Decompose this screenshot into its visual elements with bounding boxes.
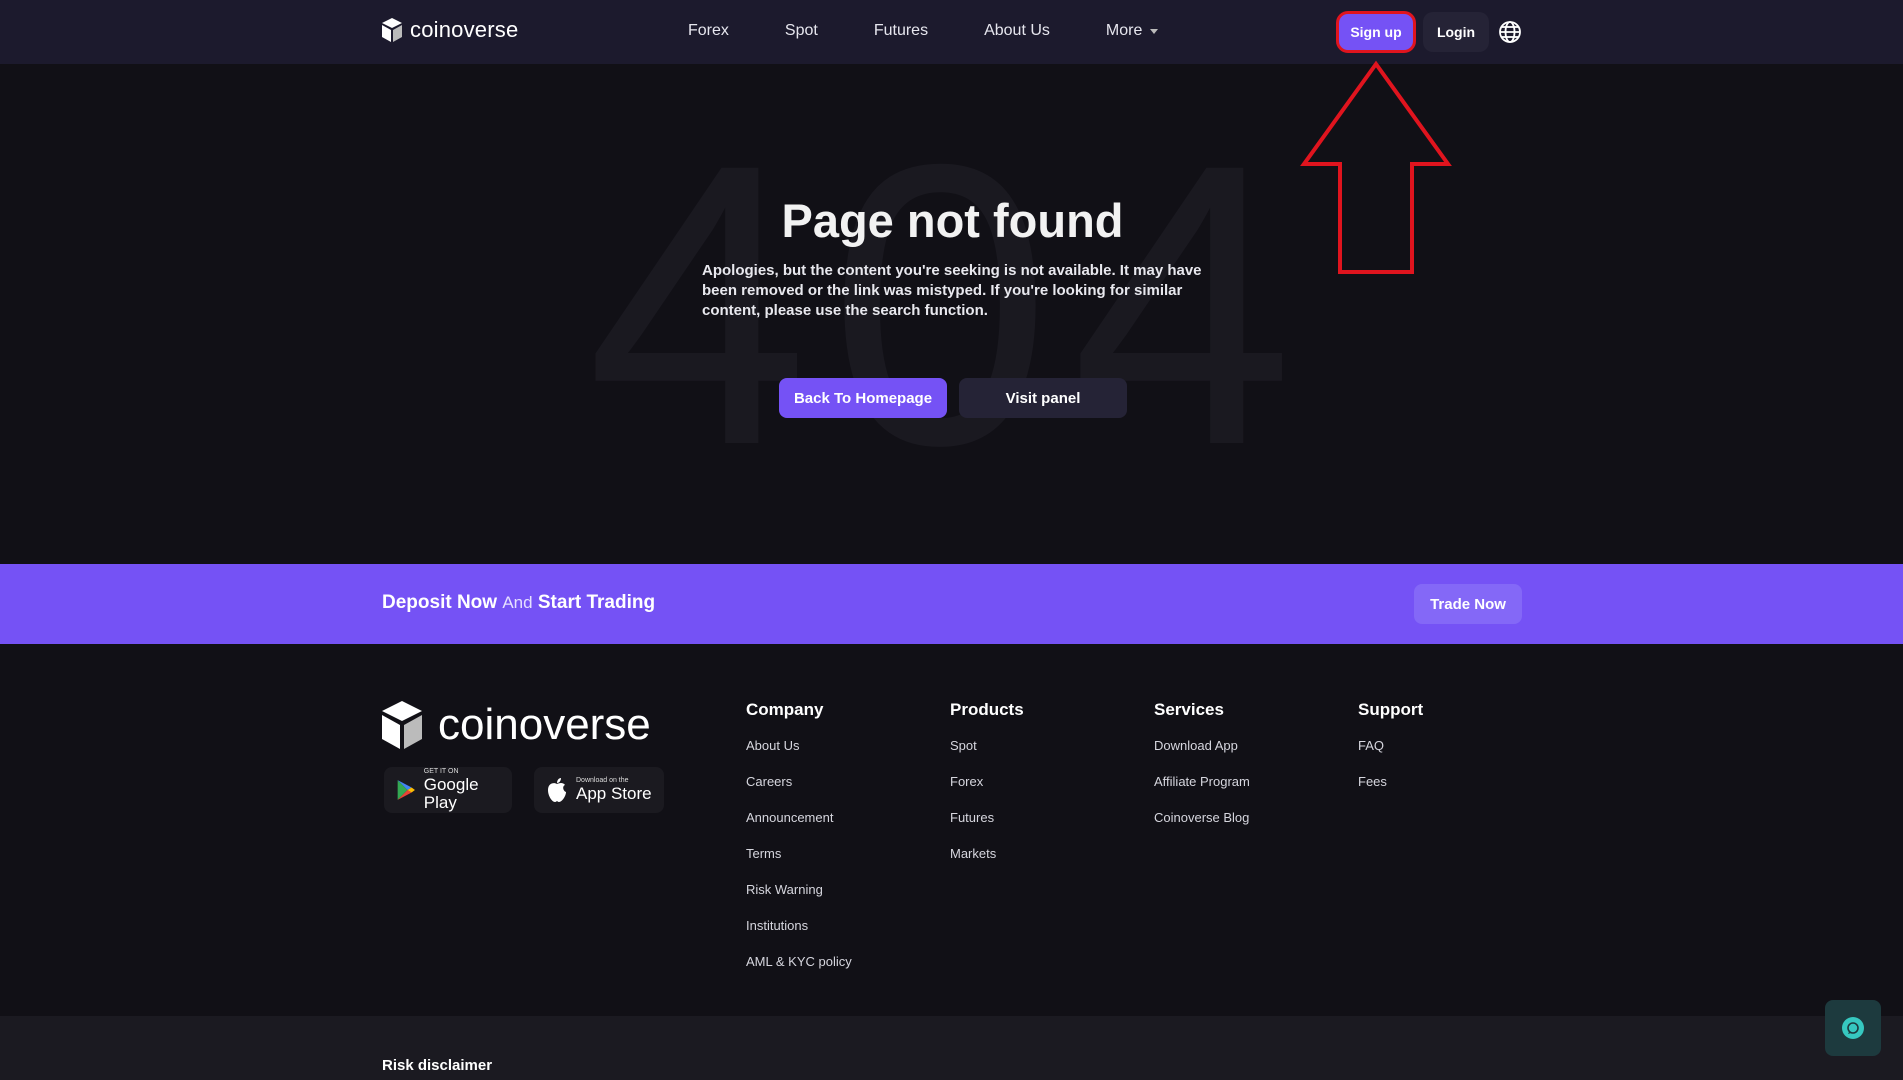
- logo[interactable]: coinoverse: [382, 17, 518, 43]
- footer-link-careers[interactable]: Careers: [746, 774, 852, 810]
- footer-link-faq[interactable]: FAQ: [1358, 738, 1423, 774]
- risk-disclaimer-title: Risk disclaimer: [382, 1057, 493, 1074]
- app-store-big: App Store: [576, 784, 652, 803]
- footer-link-spot[interactable]: Spot: [950, 738, 1024, 774]
- footer-col-services: Services Download App Affiliate Program …: [1154, 700, 1250, 846]
- footer-col-title: Services: [1154, 700, 1224, 719]
- footer-link-terms[interactable]: Terms: [746, 846, 852, 882]
- risk-disclaimer-section: Risk disclaimer: [0, 1016, 1903, 1080]
- signup-button[interactable]: Sign up: [1336, 11, 1416, 53]
- footer-col-support: Support FAQ Fees: [1358, 700, 1423, 810]
- nav-futures[interactable]: Futures: [874, 22, 928, 40]
- cube-logo-icon: [382, 18, 402, 42]
- chat-icon: [1842, 1017, 1864, 1039]
- apple-icon: [548, 778, 566, 802]
- footer-link-download-app[interactable]: Download App: [1154, 738, 1250, 774]
- footer-logo-text: coinoverse: [438, 700, 651, 749]
- cube-logo-icon: [382, 701, 422, 749]
- footer-link-announcement[interactable]: Announcement: [746, 810, 852, 846]
- banner-and: And: [502, 593, 533, 612]
- footer-col-title: Company: [746, 700, 824, 719]
- footer-link-institutions[interactable]: Institutions: [746, 918, 852, 954]
- back-to-homepage-button[interactable]: Back To Homepage: [779, 378, 947, 418]
- google-play-big: Google Play: [423, 775, 479, 812]
- banner-deposit: Deposit Now: [382, 592, 498, 613]
- nav-forex[interactable]: Forex: [688, 22, 729, 40]
- nav-more[interactable]: More: [1105, 22, 1159, 40]
- footer-col-title: Products: [950, 700, 1024, 719]
- footer-link-blog[interactable]: Coinoverse Blog: [1154, 810, 1250, 846]
- footer-logo[interactable]: coinoverse: [382, 700, 651, 750]
- login-button[interactable]: Login: [1423, 12, 1489, 52]
- nav-about-us[interactable]: About Us: [984, 22, 1050, 40]
- deposit-banner: Deposit Now And Start Trading Trade Now: [0, 564, 1903, 644]
- footer-col-company: Company About Us Careers Announcement Te…: [746, 700, 852, 990]
- footer-link-risk-warning[interactable]: Risk Warning: [746, 882, 852, 918]
- logo-text: coinoverse: [410, 17, 519, 42]
- footer-link-forex[interactable]: Forex: [950, 774, 1024, 810]
- globe-icon[interactable]: [1498, 20, 1522, 44]
- top-header: coinoverse Forex Spot Futures About Us M…: [0, 0, 1903, 64]
- footer-link-fees[interactable]: Fees: [1358, 774, 1423, 810]
- visit-panel-button[interactable]: Visit panel: [959, 378, 1127, 418]
- main-nav: Forex Spot Futures About Us More: [688, 22, 1159, 40]
- footer-link-markets[interactable]: Markets: [950, 846, 1024, 882]
- nav-spot[interactable]: Spot: [785, 22, 818, 40]
- trade-now-button[interactable]: Trade Now: [1414, 584, 1522, 624]
- page-title: Page not found: [781, 194, 1124, 247]
- footer: coinoverse GET IT ON Google Play Downloa…: [0, 644, 1903, 1016]
- footer-link-about-us[interactable]: About Us: [746, 738, 852, 774]
- footer-link-affiliate[interactable]: Affiliate Program: [1154, 774, 1250, 810]
- chat-widget-button[interactable]: [1825, 1000, 1881, 1056]
- footer-link-futures[interactable]: Futures: [950, 810, 1024, 846]
- nav-more-label: More: [1105, 22, 1143, 39]
- footer-col-title: Support: [1358, 700, 1424, 719]
- google-play-icon: [397, 780, 415, 800]
- page-description: Apologies, but the content you're seekin…: [702, 262, 1202, 319]
- app-store-button[interactable]: Download on the App Store: [534, 767, 664, 813]
- footer-link-aml-kyc[interactable]: AML & KYC policy: [746, 954, 852, 990]
- banner-text: Deposit Now And Start Trading: [382, 592, 655, 614]
- banner-start: Start Trading: [537, 592, 656, 613]
- caret-down-icon: [1150, 28, 1159, 34]
- footer-col-products: Products Spot Forex Futures Markets: [950, 700, 1024, 882]
- google-play-button[interactable]: GET IT ON Google Play: [384, 767, 512, 813]
